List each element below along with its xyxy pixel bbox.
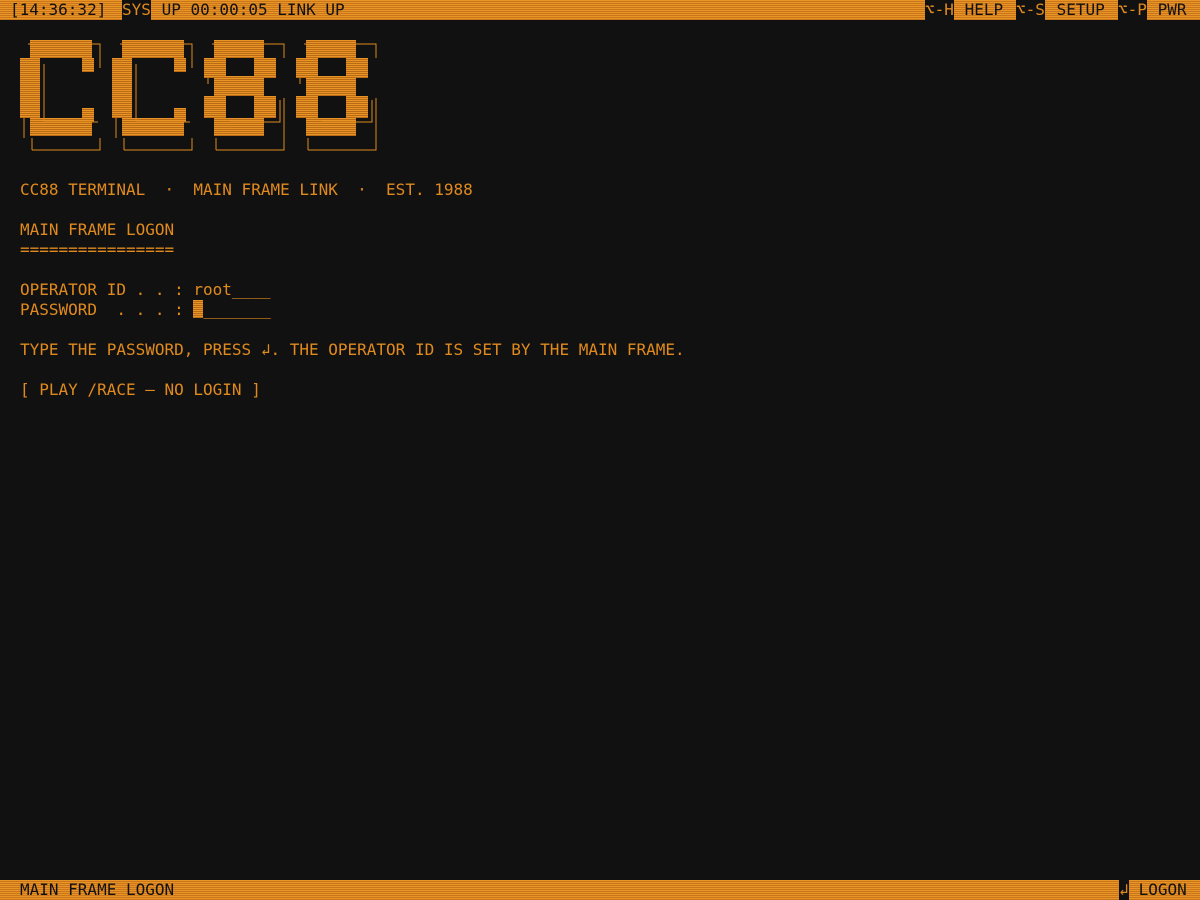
operator-id-value: root xyxy=(193,280,232,299)
setup-shortcut-key: ⌥-S xyxy=(1016,0,1045,20)
operator-id-row: OPERATOR ID . . : root____ xyxy=(20,280,270,300)
help-shortcut-key: ⌥-H xyxy=(925,0,954,20)
bottom-status-bar: MAIN FRAME LOGON ↲ LOGON xyxy=(0,880,1200,900)
power-button[interactable]: PWR xyxy=(1148,0,1187,20)
cc88-logo xyxy=(20,40,377,151)
password-field[interactable]: _______ xyxy=(193,300,271,319)
clock: [14:36:32] xyxy=(10,0,107,19)
logon-title: MAIN FRAME LOGON xyxy=(20,220,175,239)
top-status-bar: [14:36:32] SYS UP 00:00:05 LINK UP ⌥-H H… xyxy=(0,0,1200,20)
password-row: PASSWORD . . . : _______ xyxy=(20,300,271,320)
help-button[interactable]: HELP xyxy=(955,0,1013,20)
operator-id-label: OPERATOR ID . . : xyxy=(20,280,194,299)
password-label: PASSWORD . . . : xyxy=(20,300,194,319)
system-status: UP 00:00:05 LINK UP xyxy=(152,0,345,19)
text-cursor xyxy=(193,300,204,318)
power-shortcut-key: ⌥-P xyxy=(1118,0,1147,20)
operator-id-padding: ____ xyxy=(231,280,271,299)
logon-button[interactable]: LOGON xyxy=(1129,880,1187,900)
password-padding: _______ xyxy=(203,300,271,319)
logon-title-underline: ================ xyxy=(20,240,175,259)
enter-key-icon: ↲ xyxy=(1119,880,1129,900)
play-race-no-login-link[interactable]: [ PLAY /RACE — NO LOGIN ] xyxy=(20,380,261,400)
sys-tag: SYS xyxy=(122,0,151,20)
logon-hint: TYPE THE PASSWORD, PRESS ↲. THE OPERATOR… xyxy=(20,340,685,359)
setup-button[interactable]: SETUP xyxy=(1047,0,1114,20)
screen-name: MAIN FRAME LOGON xyxy=(20,880,175,899)
tagline: CC88 TERMINAL · MAIN FRAME LINK · EST. 1… xyxy=(20,180,473,199)
